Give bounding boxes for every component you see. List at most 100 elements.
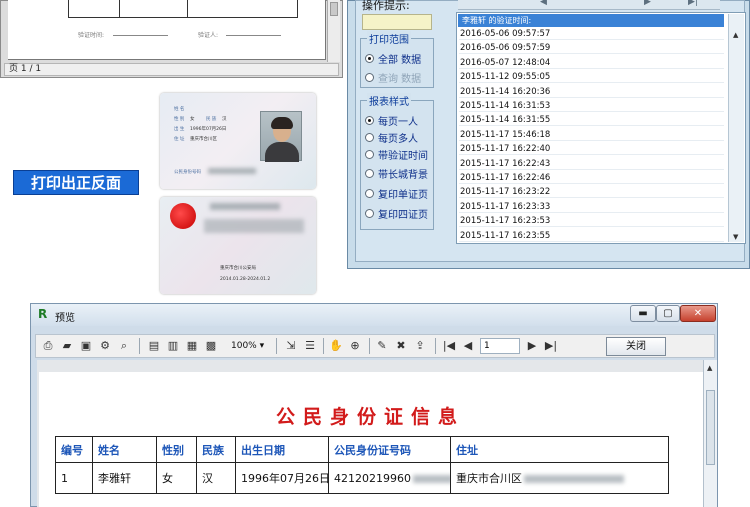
operation-hint-label: 操作提示: xyxy=(362,0,410,12)
delete-page-icon[interactable]: ✖ xyxy=(393,338,409,354)
timestamp-row[interactable]: 2015-11-17 16:23:53 xyxy=(459,215,724,228)
column-header: 姓名 xyxy=(92,436,157,463)
range-all-label: 全部 数据 xyxy=(378,55,422,66)
radio-icon[interactable] xyxy=(365,189,374,198)
zoom-value: 100% xyxy=(231,341,257,351)
style-option-6[interactable]: 复印四证页 xyxy=(365,206,428,221)
scroll-up-icon[interactable]: ▲ xyxy=(733,31,738,39)
style-option-2[interactable]: 每页多人 xyxy=(365,130,418,145)
id-address-label: 住 址 xyxy=(174,137,185,142)
style-option-label: 每页一人 xyxy=(378,117,418,128)
signature-line xyxy=(113,35,168,36)
timestamp-row[interactable]: 2016-05-06 09:57:57 xyxy=(459,28,724,40)
edit-page-icon[interactable]: ✎ xyxy=(374,338,390,354)
last-page-icon[interactable]: ▶| xyxy=(543,338,559,354)
radio-icon[interactable] xyxy=(365,133,374,142)
scroll-thumb[interactable] xyxy=(330,2,338,16)
first-page-icon[interactable]: |◀ xyxy=(441,338,457,354)
scroll-down-icon[interactable]: ▼ xyxy=(733,233,738,241)
scroll-up-icon[interactable]: ▲ xyxy=(707,364,712,372)
next-page-icon[interactable]: ▶ xyxy=(524,338,540,354)
timestamp-row[interactable]: 2015-11-17 16:23:55 xyxy=(459,230,724,242)
fit-icon[interactable]: ⇲ xyxy=(283,338,299,354)
timestamp-row[interactable]: 2015-11-17 16:23:22 xyxy=(459,186,724,199)
blurred-id-digits xyxy=(412,474,450,483)
verify-time-label: 验证时间: xyxy=(78,32,105,39)
timestamp-row[interactable]: 2016-05-06 09:57:59 xyxy=(459,42,724,55)
two-page-icon[interactable]: ▥ xyxy=(165,338,181,354)
save-icon[interactable]: ▣ xyxy=(78,338,94,354)
timestamp-row[interactable]: 2015-11-14 16:31:53 xyxy=(459,100,724,112)
range-query-radio[interactable]: 查询 数据 xyxy=(365,70,421,85)
report-title: 公民身份证信息 xyxy=(276,406,466,428)
maximize-button[interactable]: ▢ xyxy=(656,305,680,322)
style-option-label: 带长城背景 xyxy=(378,170,428,181)
address-text: 重庆市合川区 xyxy=(456,472,522,485)
radio-icon[interactable] xyxy=(365,150,374,159)
radio-checked-icon[interactable] xyxy=(365,54,374,63)
timestamp-row[interactable]: 2015-11-17 16:22:40 xyxy=(459,143,724,156)
app-logo-icon: R xyxy=(38,307,48,321)
range-all-radio[interactable]: 全部 数据 xyxy=(365,51,421,66)
timestamp-row[interactable]: 2015-11-17 15:46:18 xyxy=(459,129,724,141)
preview-scrollbar[interactable]: ▲ xyxy=(703,360,717,507)
timestamp-row[interactable]: 2015-11-17 16:23:33 xyxy=(459,201,724,213)
style-option-5[interactable]: 复印单证页 xyxy=(365,186,428,201)
prev-page-icon[interactable]: ◀ xyxy=(460,338,476,354)
column-header: 民族 xyxy=(196,436,236,463)
hand-tool-icon[interactable]: ✋ xyxy=(328,338,344,354)
style-option-label: 带验证时间 xyxy=(378,151,428,162)
print-range-group: 打印范围 全部 数据 查询 数据 xyxy=(360,31,434,88)
scroll-thumb[interactable] xyxy=(706,390,715,465)
print-front-back-label: 打印出正反面 xyxy=(13,170,139,195)
page-setup-icon[interactable]: ⚙ xyxy=(97,338,113,354)
timestamp-row[interactable]: 2015-11-14 16:20:36 xyxy=(459,86,724,98)
radio-checked-icon[interactable] xyxy=(365,116,374,125)
operation-hint-box xyxy=(362,14,432,30)
column-header: 出生日期 xyxy=(235,436,329,463)
column-header: 编号 xyxy=(55,436,93,463)
table-row: 1 李雅轩 女 汉 1996年07月26日 42120219960 重庆市合川区 xyxy=(55,462,669,494)
radio-icon[interactable] xyxy=(365,169,374,178)
timestamp-row[interactable]: 2015-11-12 09:55:05 xyxy=(459,71,724,84)
style-option-3[interactable]: 带验证时间 xyxy=(365,147,428,162)
cell-number: 1 xyxy=(55,462,93,494)
print-icon[interactable]: ⎙ xyxy=(40,338,56,354)
verification-time-list[interactable]: 李雅轩 的验证时间: 2016-05-06 09:57:57 2016-05-06… xyxy=(456,12,746,244)
cell-birth: 1996年07月26日 xyxy=(235,462,329,494)
id-sex-value: 女 xyxy=(190,117,195,122)
export-icon[interactable]: ⇪ xyxy=(412,338,428,354)
id-card-back: 重庆市合川公安局 2014.01.28-2024.01.2 xyxy=(160,197,316,294)
document-scrollbar[interactable] xyxy=(327,0,340,62)
column-header: 公民身份证号码 xyxy=(328,436,451,463)
find-icon[interactable]: ⌕ xyxy=(116,338,132,354)
style-option-4[interactable]: 带长城背景 xyxy=(365,166,428,181)
page-number-input[interactable]: 1 xyxy=(480,338,520,354)
radio-icon[interactable] xyxy=(365,209,374,218)
timestamp-row[interactable]: 2016-05-07 12:48:04 xyxy=(459,57,724,69)
zoom-tool-icon[interactable]: ⊕ xyxy=(347,338,363,354)
close-window-button[interactable]: ✕ xyxy=(680,305,716,322)
zoom-select[interactable]: 100% ▾ xyxy=(231,338,271,354)
record-nav-toolbar: ◀ ▶ ▶| xyxy=(458,0,720,10)
cell-nation: 汉 xyxy=(196,462,236,494)
next-record-icon[interactable]: ▶ xyxy=(644,0,651,7)
timestamp-row[interactable]: 2015-11-17 16:22:43 xyxy=(459,158,724,170)
minimize-button[interactable]: ▬ xyxy=(630,305,656,322)
radio-icon[interactable] xyxy=(365,73,374,82)
page-width-icon[interactable]: ▦ xyxy=(184,338,200,354)
prev-record-icon[interactable]: ◀ xyxy=(540,0,547,7)
last-record-icon[interactable]: ▶| xyxy=(688,0,698,7)
multi-page-icon[interactable]: ▩ xyxy=(203,338,219,354)
single-page-icon[interactable]: ▤ xyxy=(146,338,162,354)
style-option-label: 复印单证页 xyxy=(378,190,428,201)
timestamp-row[interactable]: 2015-11-17 16:22:46 xyxy=(459,172,724,184)
close-preview-button[interactable]: 关闭 xyxy=(606,337,666,356)
style-option-1[interactable]: 每页一人 xyxy=(365,113,418,128)
timestamp-row[interactable]: 2015-11-14 16:31:55 xyxy=(459,114,724,127)
preview-title-bar xyxy=(31,304,717,326)
report-style-title: 报表样式 xyxy=(367,93,411,108)
open-folder-icon[interactable]: ▰ xyxy=(59,338,75,354)
outline-icon[interactable]: ☰ xyxy=(302,338,318,354)
list-scrollbar[interactable]: ▲ ▼ xyxy=(728,14,744,242)
